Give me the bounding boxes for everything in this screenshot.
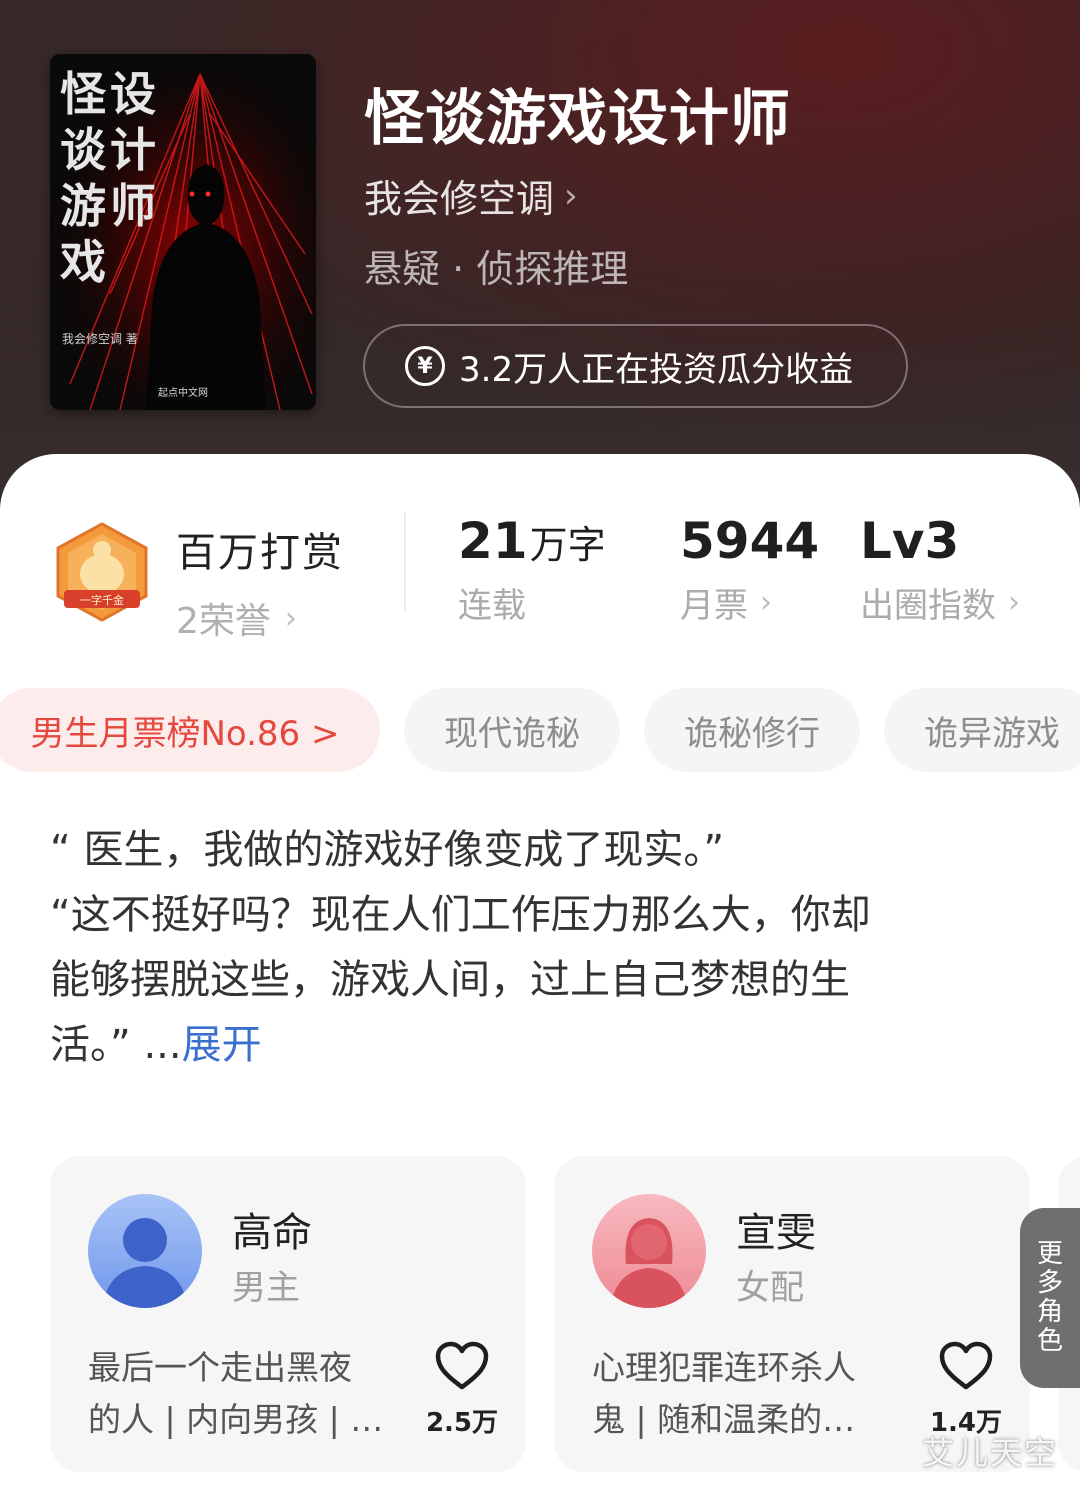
synopsis-line: “ 医生，我做的游戏好像变成了现实。” bbox=[50, 827, 725, 873]
tag-item[interactable]: 诡异游戏 bbox=[884, 688, 1080, 772]
synopsis-line: “这不挺好吗？现在人们工作压力那么大，你却 bbox=[50, 892, 871, 938]
expand-link[interactable]: 展开 bbox=[182, 1022, 262, 1068]
character-card[interactable]: 高命 男主 最后一个走出黑夜 的人 | 内向男孩 | … 2.5万 bbox=[50, 1156, 526, 1472]
heart-icon[interactable] bbox=[434, 1340, 490, 1392]
character-name: 宣雯 bbox=[736, 1210, 816, 1256]
character-description-line: 心理犯罪连环杀人 bbox=[592, 1348, 856, 1387]
chevron-right-icon: › bbox=[284, 600, 297, 636]
word-count-stat: 21 万字 连载 bbox=[458, 512, 606, 627]
cover-title: 怪谈游戏 设计师 bbox=[60, 66, 160, 289]
tag-list: 男生月票榜No.86 > 现代诡秘 诡秘修行 诡异游戏 bbox=[0, 688, 1080, 772]
more-roles-char: 多 bbox=[1036, 1268, 1063, 1298]
cover-title-char: 计 bbox=[110, 123, 156, 177]
cover-title-char: 师 bbox=[110, 179, 156, 233]
tag-rank[interactable]: 男生月票榜No.86 > bbox=[0, 688, 380, 772]
ticket-label: 月票 bbox=[680, 586, 748, 626]
chevron-right-icon: › bbox=[564, 175, 578, 216]
chevron-right-icon: › bbox=[760, 585, 772, 620]
invest-text: 3.2万人正在投资瓜分收益 bbox=[459, 349, 854, 390]
avatar bbox=[592, 1194, 706, 1308]
yen-icon: ¥ bbox=[405, 346, 445, 386]
cover-title-char: 戏 bbox=[60, 235, 106, 289]
reward-honor-count: 2荣誉 bbox=[176, 601, 271, 642]
character-description: 心理犯罪连环杀人 鬼 | 随和温柔的… bbox=[592, 1342, 912, 1446]
status-label: 连载 bbox=[458, 586, 526, 626]
cover-title-char: 怪 bbox=[60, 67, 106, 121]
book-title: 怪谈游戏设计师 bbox=[364, 84, 791, 154]
more-roles-button[interactable]: 更 多 角 色 bbox=[1020, 1208, 1080, 1388]
more-roles-char: 色 bbox=[1036, 1326, 1063, 1356]
chevron-right-icon: › bbox=[1008, 585, 1020, 620]
character-role: 女配 bbox=[736, 1268, 804, 1308]
cover-title-char: 设 bbox=[110, 67, 156, 121]
reward-title: 百万打赏 bbox=[176, 530, 344, 576]
genre-label: 悬疑 · 侦探推理 bbox=[364, 247, 629, 291]
heart-icon[interactable] bbox=[938, 1340, 994, 1392]
character-name: 高命 bbox=[232, 1210, 312, 1256]
badge-label: 一字千金 bbox=[80, 594, 124, 607]
cover-title-char: 游 bbox=[60, 179, 106, 233]
monthly-ticket-stat[interactable]: 5944 月票 › bbox=[680, 512, 819, 627]
avatar bbox=[88, 1194, 202, 1308]
word-unit: 万字 bbox=[529, 523, 606, 567]
character-card[interactable]: 宣雯 女配 心理犯罪连环杀人 鬼 | 随和温柔的… 1.4万 bbox=[554, 1156, 1030, 1472]
synopsis-line: 活。” bbox=[50, 1022, 131, 1068]
tag-item[interactable]: 诡秘修行 bbox=[644, 688, 860, 772]
tag-item[interactable]: 现代诡秘 bbox=[404, 688, 620, 772]
character-role: 男主 bbox=[232, 1268, 300, 1308]
popularity-stat[interactable]: Lv3 出圈指数 › bbox=[860, 512, 1020, 627]
book-header: 怪谈游戏 设计师 我会修空调 著 起点中文网 怪谈游戏设计师 我会修空调 › 悬… bbox=[0, 0, 1080, 520]
character-description-line: 鬼 | 随和温柔的… bbox=[592, 1400, 856, 1439]
word-count: 21 bbox=[458, 512, 528, 570]
divider bbox=[404, 512, 406, 612]
reward-badge-icon[interactable]: 一字千金 bbox=[50, 520, 154, 628]
character-description-line: 最后一个走出黑夜 bbox=[88, 1348, 352, 1387]
more-roles-char: 更 bbox=[1036, 1239, 1063, 1269]
level-value: Lv3 bbox=[860, 512, 960, 570]
invest-button[interactable]: ¥ 3.2万人正在投资瓜分收益 bbox=[363, 324, 908, 408]
synopsis-line: 能够摆脱这些，游戏人间，过上自己梦想的生 bbox=[50, 957, 850, 1003]
more-roles-char: 角 bbox=[1036, 1297, 1063, 1327]
cover-title-char: 谈 bbox=[60, 123, 106, 177]
synopsis-ellipsis: ... bbox=[130, 1022, 182, 1068]
book-cover[interactable]: 怪谈游戏 设计师 我会修空调 著 起点中文网 bbox=[50, 54, 316, 410]
like-count: 2.5万 bbox=[425, 1408, 499, 1438]
author-name: 我会修空调 bbox=[364, 177, 555, 221]
character-description-line: 的人 | 内向男孩 | … bbox=[88, 1400, 384, 1439]
reward-stat[interactable]: 百万打赏 2荣誉 › bbox=[176, 520, 344, 644]
synopsis: “ 医生，我做的游戏好像变成了现实。” “这不挺好吗？现在人们工作压力那么大，你… bbox=[50, 818, 1010, 1078]
level-label: 出圈指数 bbox=[860, 586, 996, 626]
ticket-count: 5944 bbox=[680, 512, 820, 570]
watermark: 艾儿天空 bbox=[922, 1434, 1059, 1472]
author-link[interactable]: 我会修空调 › bbox=[364, 168, 578, 223]
cover-publisher: 起点中文网 bbox=[158, 388, 208, 399]
cover-author: 我会修空调 著 bbox=[62, 332, 138, 346]
character-description: 最后一个走出黑夜 的人 | 内向男孩 | … bbox=[88, 1342, 408, 1446]
